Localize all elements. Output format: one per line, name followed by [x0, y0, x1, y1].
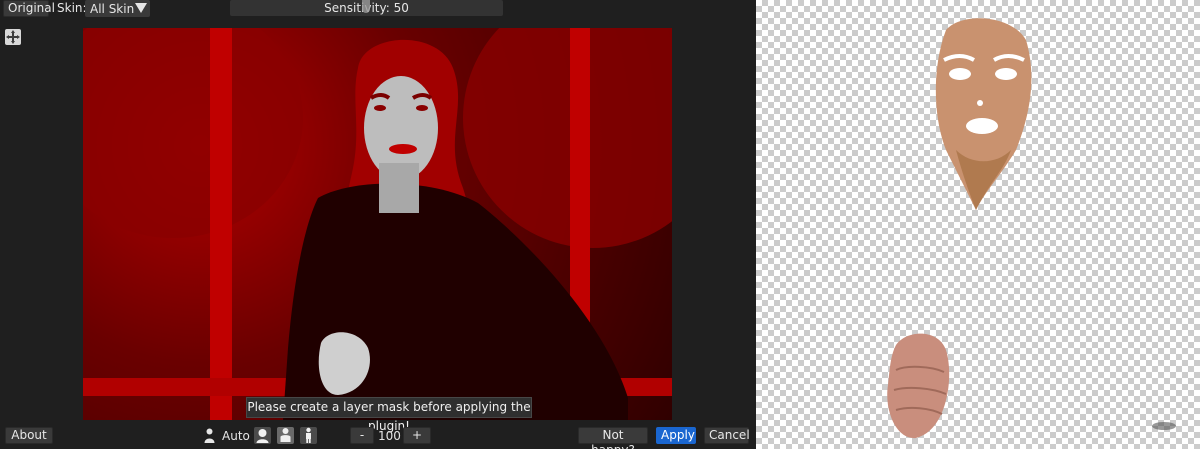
- skin-label: Skin:: [57, 1, 87, 15]
- size-value: 100: [378, 429, 401, 443]
- top-toolbar: Original Skin: All Skin Sensitivity: 50: [0, 0, 756, 17]
- bottom-toolbar: About Auto - 100 + Not Apply Cancel: [0, 425, 756, 449]
- body-icon: [306, 427, 311, 443]
- increase-button[interactable]: +: [403, 427, 431, 444]
- result-canvas: [756, 0, 1200, 449]
- body-mode-button[interactable]: [300, 427, 317, 444]
- bust-mode-button[interactable]: [277, 427, 294, 444]
- extracted-skin: [887, 18, 1176, 439]
- skin-select-value: All Skin: [90, 1, 135, 16]
- original-button[interactable]: Original: [3, 0, 55, 17]
- face-mode-button[interactable]: [254, 427, 271, 444]
- not-happy-button[interactable]: Not happy?: [578, 427, 648, 449]
- skin-select[interactable]: All Skin: [85, 0, 150, 17]
- move-icon[interactable]: [5, 29, 21, 45]
- decrease-button[interactable]: -: [350, 427, 374, 444]
- image-preview[interactable]: [83, 28, 672, 420]
- apply-button[interactable]: Apply: [656, 427, 696, 444]
- sensitivity-slider-handle[interactable]: [362, 0, 370, 13]
- chevron-down-icon: [135, 3, 147, 13]
- bust-icon: [280, 428, 291, 442]
- plugin-panel: Original Skin: All Skin Sensitivity: 50: [0, 0, 756, 449]
- tooltip: Please create a layer mask before applyi…: [246, 397, 532, 433]
- cancel-button[interactable]: Cancel: [704, 427, 750, 444]
- person-icon[interactable]: [201, 427, 218, 444]
- face-icon: [256, 429, 269, 443]
- about-button[interactable]: About: [5, 427, 53, 444]
- auto-label: Auto: [222, 429, 250, 443]
- portrait-figure: [283, 39, 628, 420]
